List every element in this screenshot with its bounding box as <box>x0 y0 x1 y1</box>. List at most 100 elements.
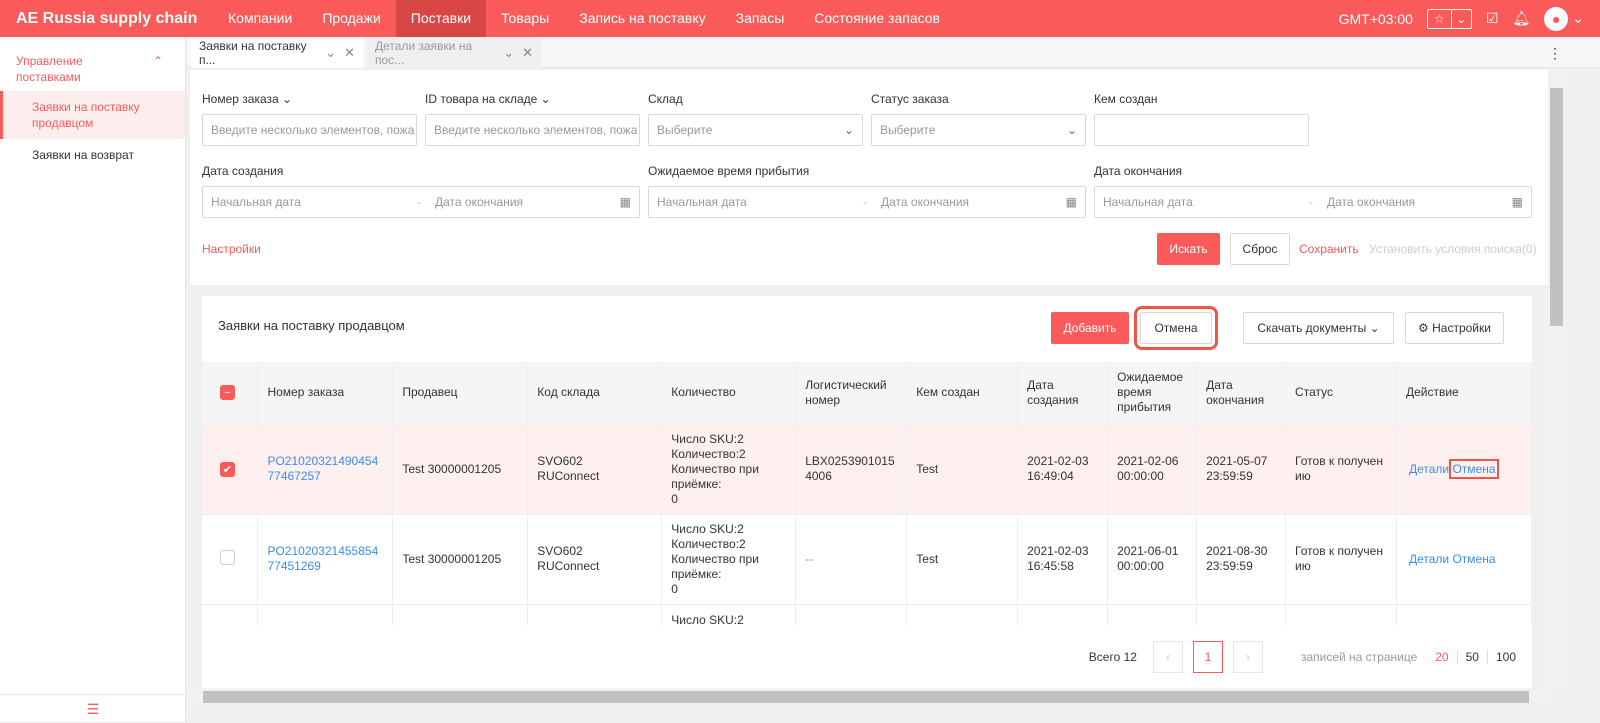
col-warehouse-code: Код склада <box>527 362 663 425</box>
chevron-up-icon: ⌃ <box>152 54 163 68</box>
end-cell: 2021-05-07 23:59:59 <box>1196 424 1287 515</box>
col-order-no: Номер заказа <box>257 362 394 425</box>
task-icon[interactable]: ☑ <box>1486 10 1499 27</box>
nav-booking[interactable]: Запись на поставку <box>564 0 720 37</box>
page-size-50[interactable]: 50 <box>1456 650 1487 664</box>
set-conditions-link[interactable]: Установить условия поиска(0) <box>1369 242 1537 256</box>
nav-products[interactable]: Товары <box>486 0 564 37</box>
chevron-down-icon: ⌄ <box>1066 123 1077 137</box>
eta-range[interactable]: Начальная дата - Дата окончания ▦ <box>648 186 1086 218</box>
end-date-range[interactable]: Начальная дата - Дата окончания ▦ <box>1094 186 1532 218</box>
sku-id-input[interactable]: Введите несколько элементов, пожа <box>425 114 640 146</box>
logistic-cell: LBX02539010154006 <box>795 424 908 515</box>
created-by-label: Кем создан <box>1094 92 1158 106</box>
filter-panel: Номер заказа ⌄ Введите несколько элемент… <box>190 70 1548 285</box>
sidebar-item-supply-requests[interactable]: Заявки на поставку продавцом <box>0 91 185 139</box>
select-all-checkbox[interactable]: − <box>220 385 235 401</box>
download-documents-button[interactable]: Скачать документы ⌄ <box>1243 312 1394 344</box>
bell-icon[interactable]: 🔔︎ <box>1512 10 1530 27</box>
eta-cell: 2021-06-01 00:00:00 <box>1107 514 1198 605</box>
status-select[interactable]: Выберите ⌄ <box>871 114 1086 146</box>
total-count: Всего 12 <box>1088 650 1137 664</box>
cancel-link[interactable]: Отмена <box>1452 552 1495 566</box>
status-cell: Готов к получению <box>1285 424 1397 515</box>
status-label: Статус заказа <box>871 92 949 106</box>
prev-page-button[interactable]: ‹ <box>1152 641 1183 673</box>
row-checkbox[interactable] <box>220 549 235 565</box>
horizontal-scrollbar[interactable] <box>187 688 1548 706</box>
next-page-button[interactable]: › <box>1232 641 1263 673</box>
warehouse-cell: SVO602 RUConnect <box>527 424 663 515</box>
nav-sales[interactable]: Продажи <box>307 0 395 37</box>
page-size-20[interactable]: 20 <box>1427 650 1456 664</box>
cancel-button[interactable]: Отмена <box>1134 306 1218 350</box>
filter-settings-link[interactable]: Настройки <box>202 242 261 256</box>
table-row: ✔ PO2102032149045477467257 Test 30000001… <box>202 424 1532 515</box>
page-size-100[interactable]: 100 <box>1486 650 1524 664</box>
warehouse-select[interactable]: Выберите ⌄ <box>648 114 863 146</box>
star-icon[interactable]: ☆ <box>1428 10 1451 28</box>
col-created-date: Дата создания <box>1017 362 1109 425</box>
order-no-input[interactable]: Введите несколько элементов, пожа <box>202 114 417 146</box>
chevron-down-icon[interactable]: ⌄ <box>325 45 336 61</box>
nav-stock-state[interactable]: Состояние запасов <box>799 0 955 37</box>
chevron-down-icon[interactable]: ⌄ <box>1572 10 1584 27</box>
chevron-down-icon[interactable]: ⌄ <box>503 45 514 61</box>
end-date-label: Дата окончания <box>1094 164 1183 178</box>
sidebar-group[interactable]: Управление поставками ⌃ <box>0 37 185 91</box>
order-link[interactable]: PO2102032149045477467257 <box>257 424 394 515</box>
nav-companies[interactable]: Компании <box>213 0 307 37</box>
creator-cell: Test <box>906 424 1019 515</box>
warehouse-label: Склад <box>648 92 683 106</box>
cancel-link[interactable]: Отмена <box>1449 458 1499 479</box>
main-nav: Компании Продажи Поставки Товары Запись … <box>213 0 955 37</box>
created-cell: 2021-02-03 16:49:04 <box>1017 424 1109 515</box>
per-page-label: записей на странице <box>1300 650 1418 664</box>
chevron-down-icon[interactable]: ⌄ <box>1450 9 1471 28</box>
reset-button[interactable]: Сброс <box>1230 233 1290 265</box>
more-icon[interactable]: ⋮ <box>1548 45 1562 62</box>
col-eta: Ожидаемое время прибытия <box>1107 362 1198 425</box>
eta-label: Ожидаемое время прибытия <box>648 164 810 178</box>
created-date-range[interactable]: Начальная дата - Дата окончания ▦ <box>202 186 640 218</box>
sku-id-label[interactable]: ID товара на складе ⌄ <box>425 92 551 106</box>
warehouse-cell: SVO602 RUConnect <box>527 514 663 605</box>
created-by-input[interactable] <box>1094 114 1309 146</box>
collapse-menu-icon[interactable]: ☰ <box>0 694 186 722</box>
table-title: Заявки на поставку продавцом <box>218 318 405 333</box>
col-created-by: Кем создан <box>906 362 1019 425</box>
quantity-cell: Число SKU:2 Количество:2 Количество при пр… <box>661 514 797 605</box>
vertical-scrollbar[interactable] <box>1548 68 1565 688</box>
col-quantity: Количество <box>661 362 797 425</box>
timezone[interactable]: GMT+03:00 <box>1339 11 1413 27</box>
add-button[interactable]: Добавить <box>1051 312 1129 344</box>
order-link[interactable]: PO2102032145585477451269 <box>257 514 394 605</box>
col-action: Действие <box>1396 362 1532 425</box>
page-button[interactable]: 1 <box>1192 641 1223 673</box>
details-link[interactable]: Детали <box>1409 552 1449 566</box>
created-cell: 2021-02-03 16:45:58 <box>1017 514 1109 605</box>
close-icon[interactable]: ✕ <box>522 45 533 61</box>
nav-supplies[interactable]: Поставки <box>395 0 487 37</box>
table-card: Заявки на поставку продавцом Добавить От… <box>202 296 1532 688</box>
avatar[interactable]: ● <box>1544 6 1569 31</box>
order-no-label[interactable]: Номер заказа ⌄ <box>202 92 292 106</box>
col-seller: Продавец <box>392 362 529 425</box>
calendar-icon: ▦ <box>619 195 631 209</box>
details-link[interactable]: Детали <box>1409 462 1449 476</box>
search-button[interactable]: Искать <box>1157 233 1220 265</box>
chevron-down-icon: ⌄ <box>1369 321 1380 335</box>
favorites-button[interactable]: ☆ ⌄ <box>1426 8 1472 29</box>
brand-logo: AE Russia supply chain <box>16 9 198 27</box>
sidebar-item-returns[interactable]: Заявки на возврат <box>0 139 185 171</box>
save-link[interactable]: Сохранить <box>1299 242 1359 256</box>
tab-request-details[interactable]: Детали заявки на пос... ⌄ ✕ <box>367 38 541 68</box>
creator-cell: Test <box>906 514 1019 605</box>
col-end-date: Дата окончания <box>1196 362 1287 425</box>
col-status: Статус <box>1285 362 1397 425</box>
close-icon[interactable]: ✕ <box>344 45 355 61</box>
nav-stock[interactable]: Запасы <box>721 0 800 37</box>
row-checkbox[interactable]: ✔ <box>220 461 235 477</box>
tab-supply-requests[interactable]: Заявки на поставку п... ⌄ ✕ <box>191 38 363 68</box>
table-settings-button[interactable]: ⚙ Настройки <box>1405 312 1504 344</box>
